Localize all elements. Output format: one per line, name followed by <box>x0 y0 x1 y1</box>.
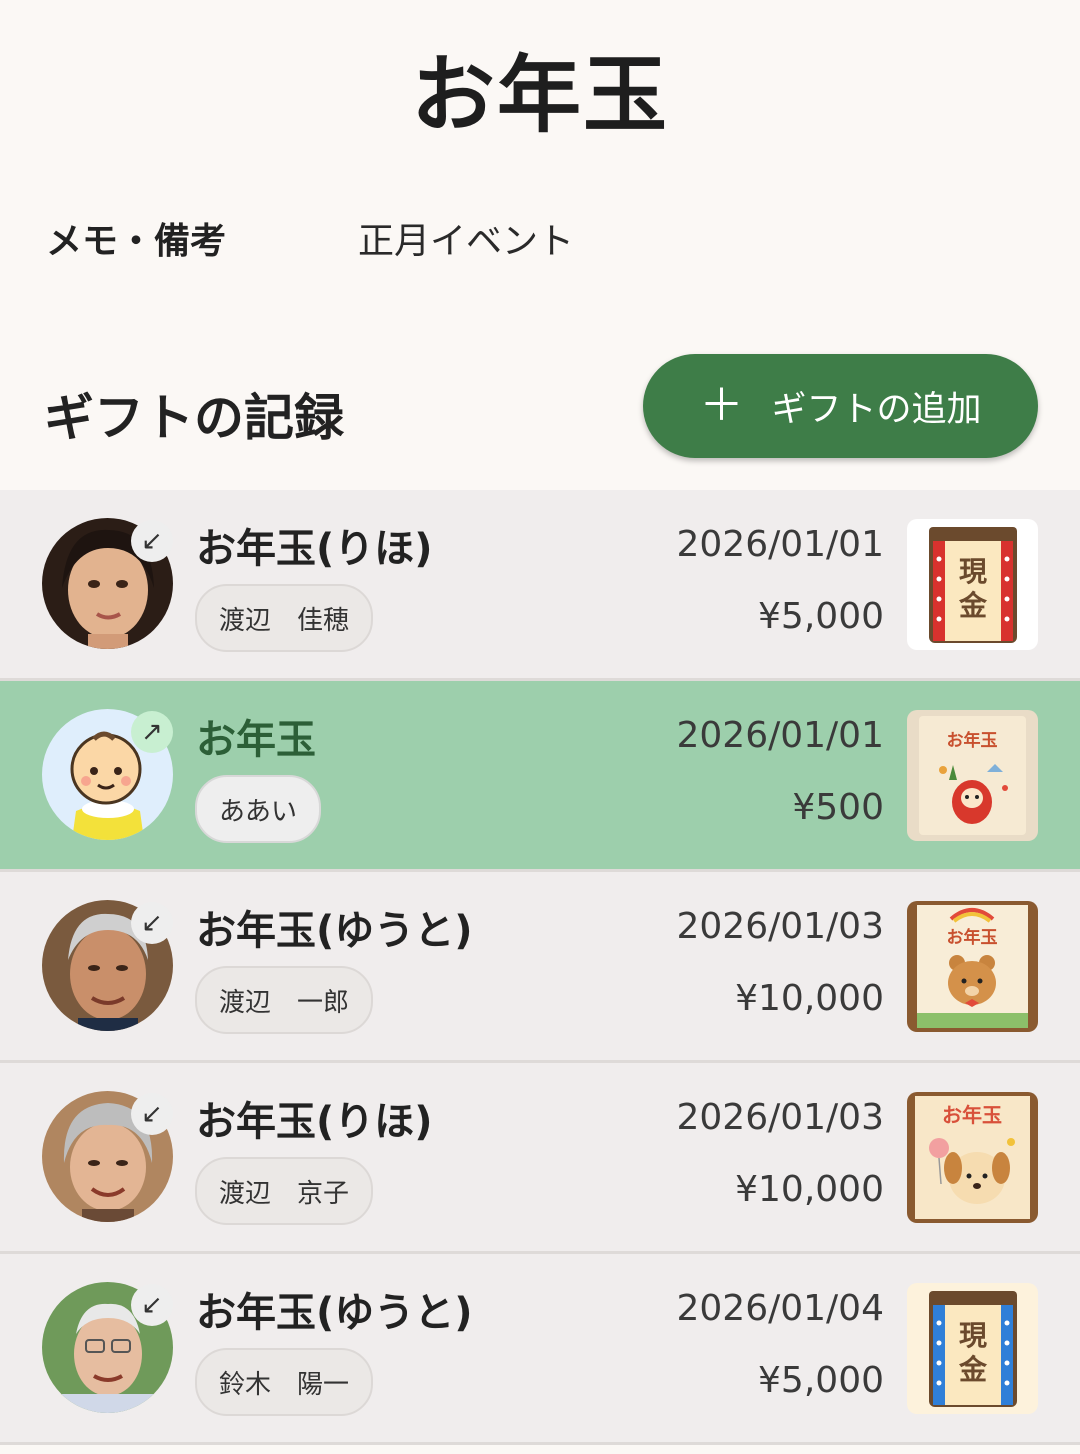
person-chip[interactable]: 渡辺 一郎 <box>195 966 374 1034</box>
gift-list: ↙ お年玉(りほ) 渡辺 佳穂 2026/01/01 ¥5,000 現 金 ↗ … <box>0 490 1080 1445</box>
thumb-text: 現 <box>959 1319 987 1352</box>
add-gift-label: ギフトの追加 <box>771 389 982 430</box>
thumb-text: 金 <box>958 1353 988 1386</box>
gift-title: お年玉(りほ) <box>196 526 433 572</box>
gift-title: お年玉(りほ) <box>196 1099 433 1145</box>
gift-thumbnail[interactable]: 現 金 <box>907 1283 1038 1414</box>
gift-row[interactable]: ↙ お年玉(ゆうと) 鈴木 陽一 2026/01/04 ¥5,000 現 金 <box>0 1254 1080 1445</box>
gift-row-selected[interactable]: ↗ お年玉 ああい 2026/01/01 ¥500 お年玉 <box>0 681 1080 872</box>
gift-row[interactable]: ↙ お年玉(ゆうと) 渡辺 一郎 2026/01/03 ¥10,000 お年玉 <box>0 872 1080 1063</box>
gift-date: 2026/01/03 <box>676 1097 885 1138</box>
received-arrow-icon: ↙ <box>131 520 173 562</box>
gift-title: お年玉(ゆうと) <box>196 1290 473 1336</box>
gift-thumbnail[interactable]: お年玉 <box>907 710 1038 841</box>
gifts-section-title: ギフトの記録 <box>44 389 344 447</box>
gift-date: 2026/01/04 <box>676 1288 885 1329</box>
person-chip[interactable]: 渡辺 佳穂 <box>195 584 374 652</box>
thumb-text: 現 <box>959 555 987 588</box>
page-title: お年玉 <box>410 46 669 144</box>
add-gift-button[interactable]: ＋ ギフトの追加 <box>643 354 1038 458</box>
gift-title: お年玉 <box>196 717 316 763</box>
person-chip[interactable]: ああい <box>195 775 322 843</box>
gift-amount: ¥10,000 <box>735 1169 884 1210</box>
gift-date: 2026/01/01 <box>676 524 885 565</box>
gift-date: 2026/01/01 <box>676 715 885 756</box>
person-chip[interactable]: 渡辺 京子 <box>195 1157 374 1225</box>
gift-thumbnail[interactable]: 現 金 <box>907 519 1038 650</box>
gift-row[interactable]: ↙ お年玉(りほ) 渡辺 佳穂 2026/01/01 ¥5,000 現 金 <box>0 490 1080 681</box>
gift-title: お年玉(ゆうと) <box>196 908 473 954</box>
plus-icon: ＋ <box>699 380 744 431</box>
thumb-text: 金 <box>958 589 988 622</box>
gift-amount: ¥10,000 <box>735 978 884 1019</box>
gift-thumbnail[interactable]: お年玉 <box>907 901 1038 1032</box>
received-arrow-icon: ↙ <box>131 1284 173 1326</box>
gift-amount: ¥5,000 <box>758 1360 884 1401</box>
received-arrow-icon: ↙ <box>131 902 173 944</box>
gift-amount: ¥500 <box>792 787 884 828</box>
gift-thumbnail[interactable]: お年玉 <box>907 1092 1038 1223</box>
memo-value: 正月イベント <box>358 221 575 262</box>
given-arrow-icon: ↗ <box>131 711 173 753</box>
person-chip[interactable]: 鈴木 陽一 <box>195 1348 374 1416</box>
received-arrow-icon: ↙ <box>131 1093 173 1135</box>
gift-date: 2026/01/03 <box>676 906 885 947</box>
gift-row[interactable]: ↙ お年玉(りほ) 渡辺 京子 2026/01/03 ¥10,000 お年玉 <box>0 1063 1080 1254</box>
thumb-text: お年玉 <box>947 927 998 948</box>
gift-amount: ¥5,000 <box>758 596 884 637</box>
thumb-text: お年玉 <box>947 730 998 751</box>
thumb-text: お年玉 <box>942 1103 1002 1127</box>
memo-label: メモ・備考 <box>46 221 227 262</box>
